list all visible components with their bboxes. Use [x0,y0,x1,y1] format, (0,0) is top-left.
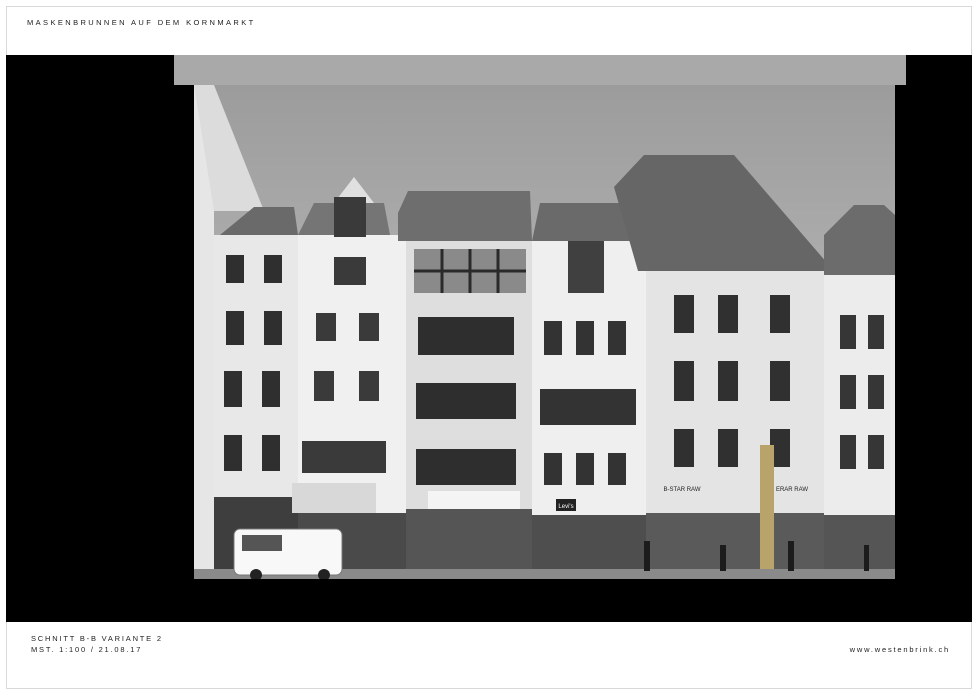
sign-store-right: ERAR RAW [776,487,808,493]
footer-info: SCHNITT B-B VARIANTE 2 MST. 1:100 / 21.0… [31,633,163,655]
facade-photo: Levi's B-STAR RAW ERAR RAW [194,85,895,579]
scale-date: MST. 1:100 / 21.08.17 [31,645,143,654]
sign-store-left: B-STAR RAW [664,487,701,493]
building-3 [398,191,532,579]
drawing-sheet: MASKENBRUNNEN AUF DEM KORNMARKT Levi's B… [0,0,980,696]
drawing-title: MASKENBRUNNEN AUF DEM KORNMARKT [27,18,256,27]
delivery-van [233,528,343,579]
building-4: Levi's [532,203,650,579]
building-6 [824,205,895,579]
website-link[interactable]: www.westenbrink.ch [850,645,950,654]
section-label: SCHNITT B-B VARIANTE 2 [31,634,163,643]
building-2 [292,177,406,579]
building-1 [214,207,298,579]
ceiling-section [174,55,906,85]
sign-levis: Levi's [558,504,573,510]
